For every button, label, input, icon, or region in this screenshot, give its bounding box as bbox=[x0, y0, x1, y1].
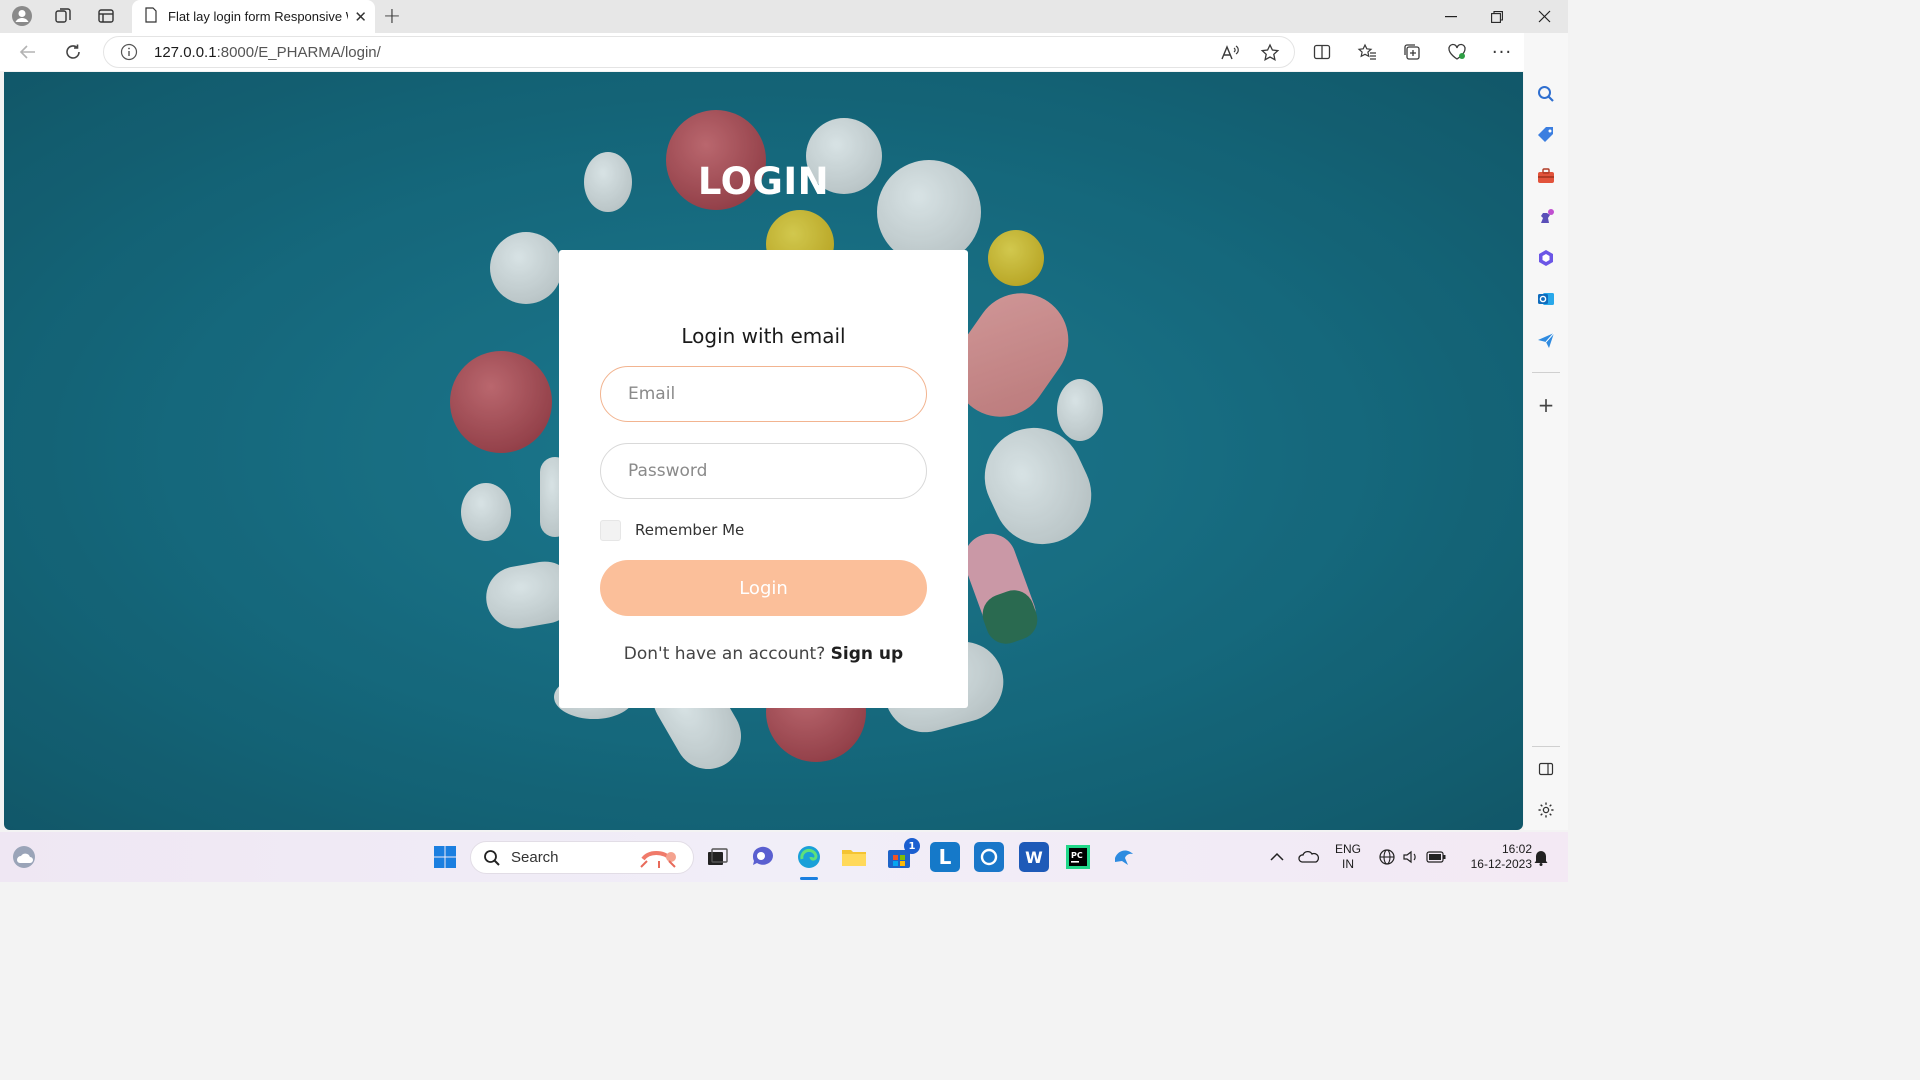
read-aloud-icon[interactable] bbox=[1218, 42, 1242, 64]
page-heading: LOGIN bbox=[697, 160, 830, 203]
minimize-icon[interactable] bbox=[1428, 0, 1474, 33]
dolphin-app-icon[interactable] bbox=[1109, 842, 1139, 872]
edge-browser-icon[interactable] bbox=[794, 842, 824, 872]
clock-time: 16:02 bbox=[1501, 842, 1532, 856]
remember-me-label[interactable]: Remember Me bbox=[635, 521, 744, 539]
cortana-icon[interactable] bbox=[974, 842, 1004, 872]
clock-date: 16-12-2023 bbox=[1470, 857, 1532, 871]
search-label: Search bbox=[511, 849, 559, 866]
sidebar-divider-bottom bbox=[1532, 746, 1560, 747]
language-region: IN bbox=[1342, 857, 1354, 871]
vertical-tabs-icon[interactable] bbox=[92, 4, 120, 28]
hide-sidebar-icon[interactable] bbox=[1534, 757, 1558, 781]
word-icon[interactable]: W bbox=[1019, 842, 1049, 872]
split-screen-icon[interactable] bbox=[1310, 41, 1334, 63]
favorites-icon[interactable] bbox=[1355, 41, 1379, 63]
page-document-icon bbox=[144, 6, 158, 27]
teams-chat-icon[interactable] bbox=[748, 842, 778, 872]
windows-start-icon[interactable] bbox=[430, 842, 460, 872]
clock[interactable]: 16:02 16-12-2023 bbox=[1452, 842, 1532, 872]
windows-taskbar: Search 1 L W PC ENG IN 16:02 16-12-2023 bbox=[0, 832, 1568, 882]
browser-tab-strip: Flat lay login form Responsive W ✕ + bbox=[0, 0, 1568, 33]
active-app-indicator bbox=[800, 877, 818, 880]
email-placeholder: Email bbox=[628, 384, 676, 404]
favorite-star-icon[interactable] bbox=[1258, 42, 1282, 64]
restore-icon[interactable] bbox=[1474, 0, 1520, 33]
signup-prompt: Don't have an account? bbox=[623, 644, 826, 664]
active-tab[interactable]: Flat lay login form Responsive W ✕ bbox=[132, 0, 375, 33]
profile-icon[interactable] bbox=[8, 4, 36, 28]
language-indicator[interactable]: ENG IN bbox=[1330, 842, 1366, 872]
signup-link[interactable]: Sign up bbox=[831, 644, 904, 664]
onedrive-icon[interactable] bbox=[1294, 842, 1324, 872]
browser-toolbar: 127.0.0.1:8000/E_PHARMA/login/ ··· bbox=[0, 33, 1568, 71]
store-badge: 1 bbox=[904, 838, 920, 854]
login-card: Login with email Email Password Remember… bbox=[559, 250, 968, 708]
send-icon[interactable] bbox=[1534, 328, 1558, 352]
more-options-icon[interactable]: ··· bbox=[1490, 41, 1514, 63]
password-placeholder: Password bbox=[628, 461, 708, 481]
signup-row: Don't have an account? Sign up bbox=[559, 644, 968, 664]
notification-bell-icon[interactable] bbox=[1526, 842, 1556, 872]
edge-sidebar: + bbox=[1524, 33, 1568, 830]
card-title: Login with email bbox=[681, 324, 846, 348]
battery-icon[interactable] bbox=[1421, 842, 1451, 872]
tab-title: Flat lay login form Responsive W bbox=[168, 9, 348, 24]
shopping-tag-icon[interactable] bbox=[1534, 123, 1558, 147]
close-tab-icon[interactable]: ✕ bbox=[354, 8, 367, 26]
page-viewport: LOGIN Login with email Email Password Re… bbox=[4, 72, 1523, 830]
weather-widget-icon[interactable] bbox=[9, 842, 39, 872]
games-icon[interactable] bbox=[1534, 205, 1558, 229]
microsoft-365-icon[interactable] bbox=[1534, 246, 1558, 270]
show-hidden-icons-icon[interactable] bbox=[1262, 842, 1292, 872]
back-arrow-icon[interactable] bbox=[14, 39, 42, 65]
microsoft-store-icon[interactable]: 1 bbox=[884, 838, 920, 872]
new-tab-icon[interactable]: + bbox=[378, 4, 406, 29]
taskbar-search-icon bbox=[484, 849, 500, 866]
search-highlight-icon bbox=[640, 851, 676, 868]
file-explorer-icon[interactable] bbox=[839, 842, 869, 872]
refresh-icon[interactable] bbox=[59, 39, 87, 65]
sidebar-divider bbox=[1532, 372, 1560, 373]
close-window-icon[interactable] bbox=[1521, 0, 1567, 33]
collections-icon[interactable] bbox=[1400, 41, 1424, 63]
add-icon[interactable]: + bbox=[1534, 393, 1558, 417]
site-info-icon[interactable] bbox=[120, 43, 138, 65]
taskbar-search[interactable]: Search bbox=[470, 841, 694, 874]
login-button[interactable]: Login bbox=[600, 560, 927, 616]
url-path: :8000/E_PHARMA/login/ bbox=[216, 44, 381, 61]
remember-me-row: Remember Me bbox=[600, 519, 744, 541]
password-input[interactable]: Password bbox=[600, 443, 927, 499]
tools-icon[interactable] bbox=[1534, 164, 1558, 188]
email-input[interactable]: Email bbox=[600, 366, 927, 422]
language-code: ENG bbox=[1334, 842, 1361, 856]
search-icon[interactable] bbox=[1534, 82, 1558, 106]
remember-me-checkbox[interactable] bbox=[600, 519, 621, 541]
address-bar[interactable]: 127.0.0.1:8000/E_PHARMA/login/ bbox=[103, 36, 1295, 68]
pycharm-icon[interactable]: PC bbox=[1063, 842, 1093, 872]
url-host: 127.0.0.1 bbox=[154, 44, 217, 61]
svg-text:PC: PC bbox=[1071, 851, 1083, 860]
l-app-icon[interactable]: L bbox=[930, 842, 960, 872]
browser-essentials-icon[interactable] bbox=[1445, 41, 1469, 63]
settings-gear-icon[interactable] bbox=[1534, 798, 1558, 822]
url-text: 127.0.0.1:8000/E_PHARMA/login/ bbox=[154, 44, 381, 61]
workspaces-icon[interactable] bbox=[49, 4, 77, 28]
task-view-icon[interactable] bbox=[702, 842, 732, 872]
outlook-icon[interactable] bbox=[1534, 287, 1558, 311]
